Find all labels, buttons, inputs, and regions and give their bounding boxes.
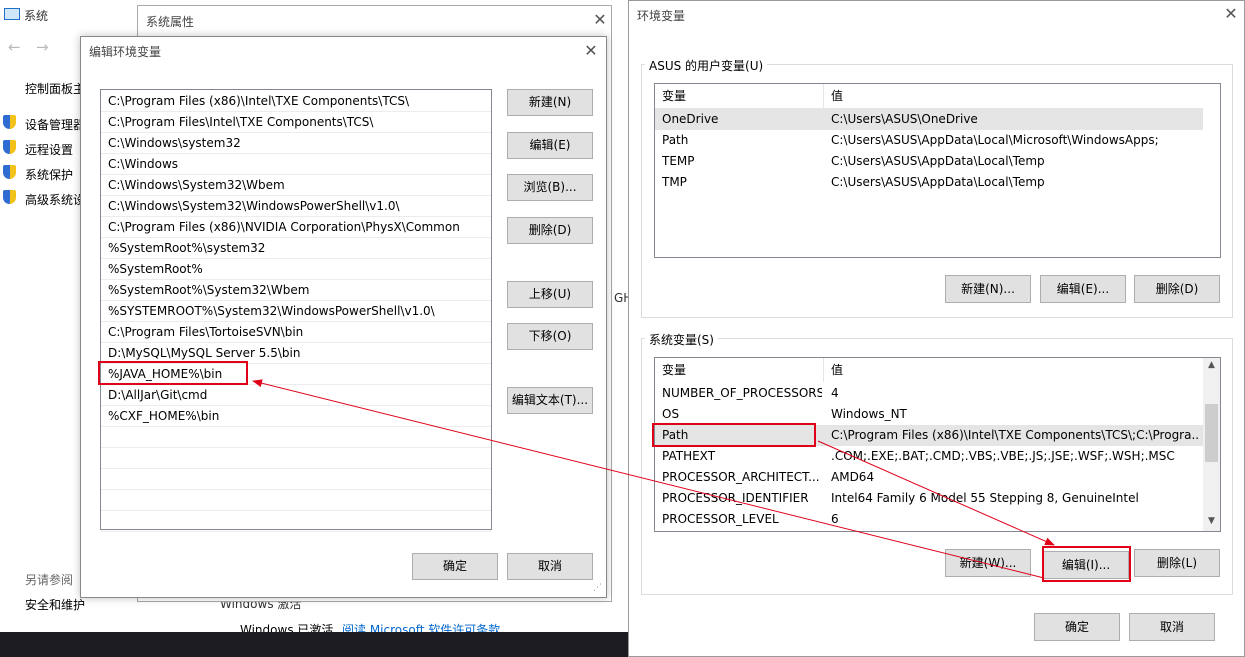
annotation-arrows bbox=[252, 379, 1055, 579]
arrow-path-to-edit bbox=[817, 440, 1055, 546]
arrow-edit-to-java-home bbox=[252, 379, 1045, 579]
